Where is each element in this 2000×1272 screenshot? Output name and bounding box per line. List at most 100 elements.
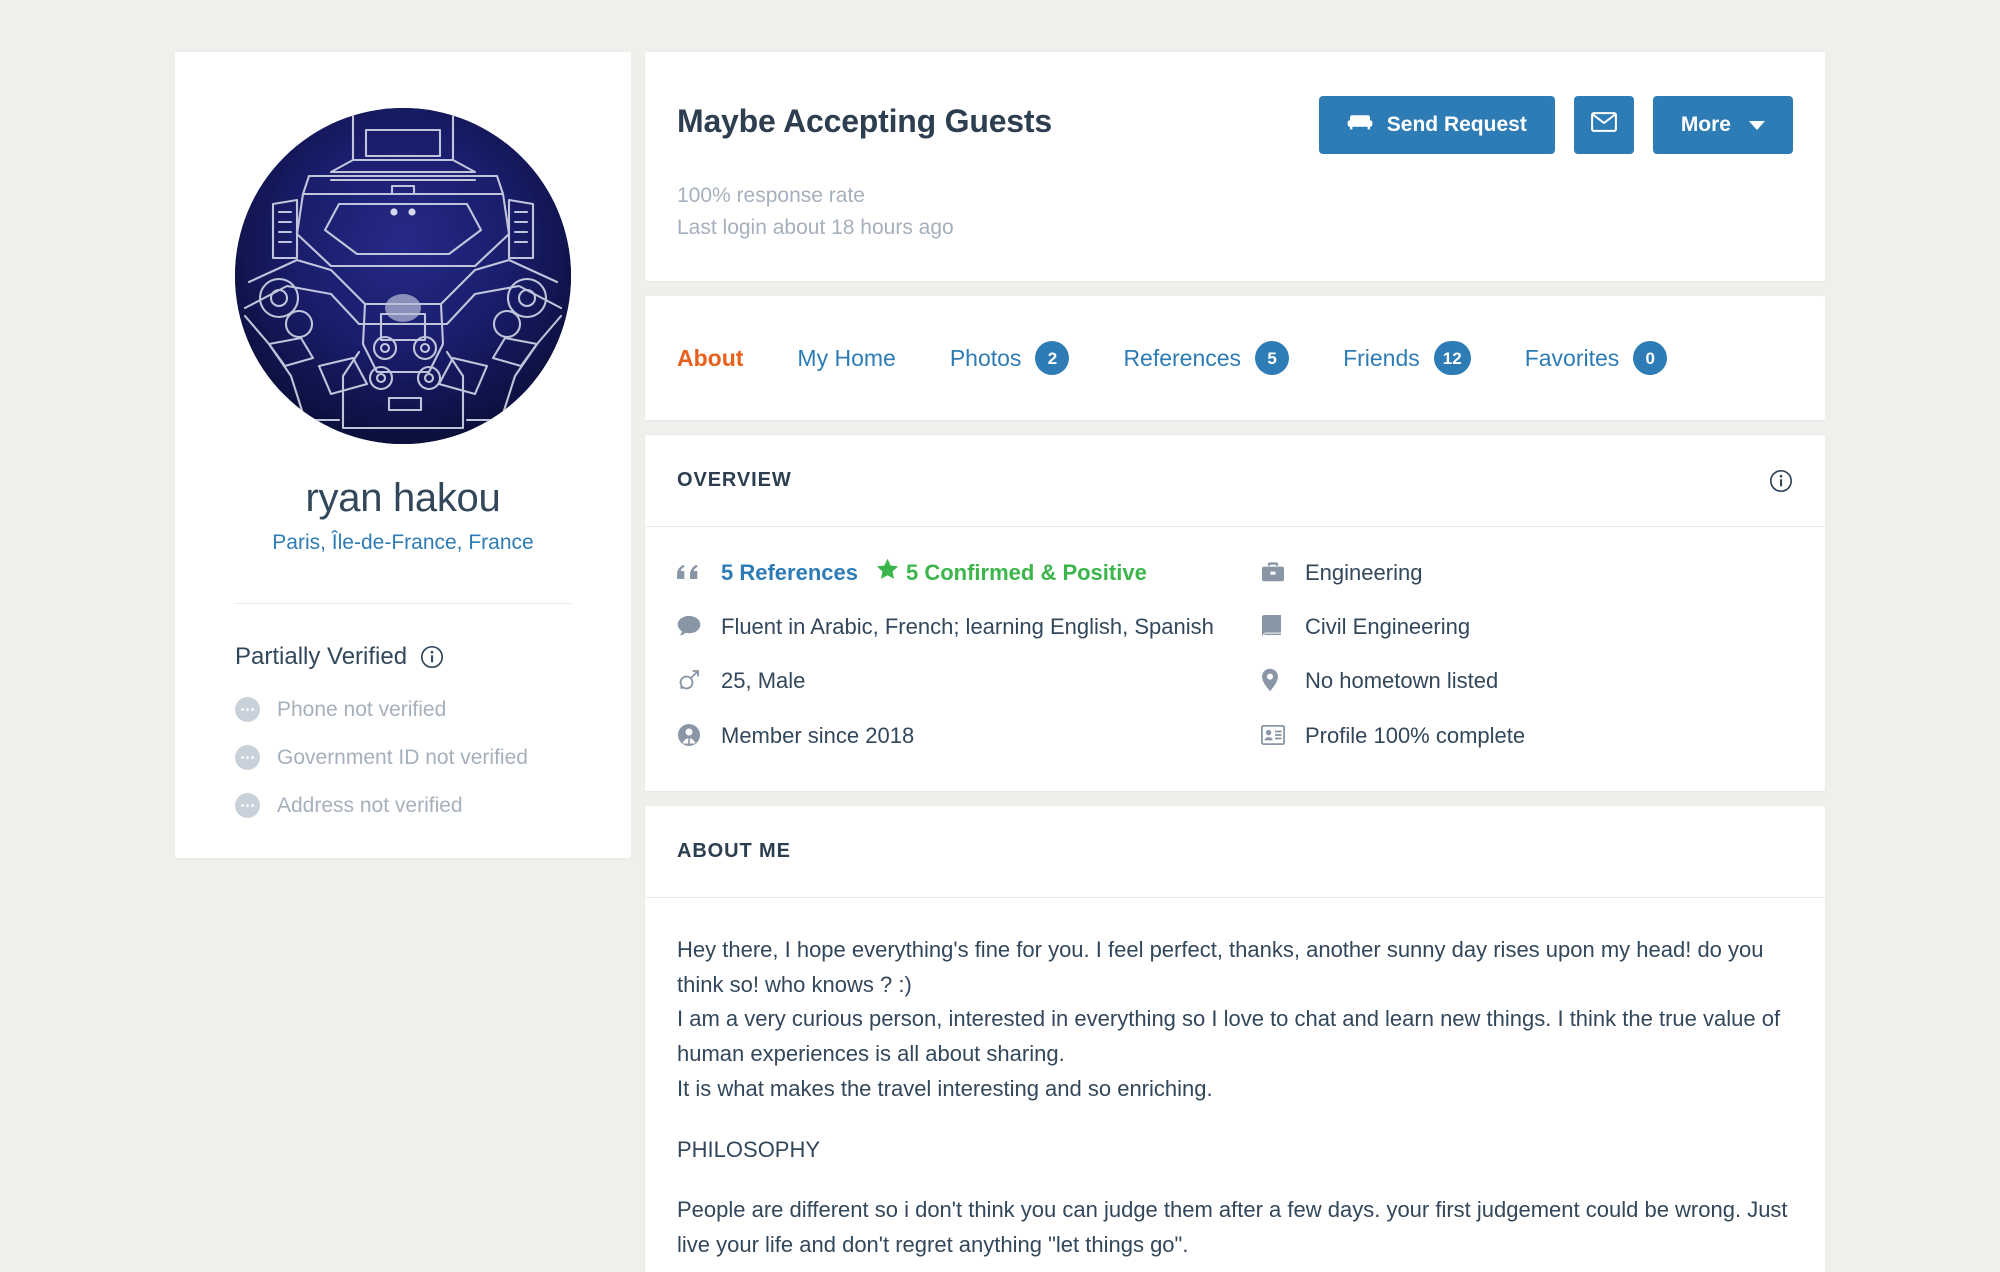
overview-occupation-row: Engineering (1261, 557, 1793, 588)
profile-location[interactable]: Paris, Île-de-France, France (235, 529, 571, 556)
status-badge: 12 (1433, 341, 1471, 375)
pending-dots-icon (235, 745, 260, 771)
tab-my-home[interactable]: My Home (797, 345, 895, 372)
page-title: Maybe Accepting Guests (677, 103, 1052, 139)
send-request-label: Send Request (1386, 113, 1527, 136)
overview-hometown-row: No hometown listed (1261, 665, 1793, 696)
couch-icon (1347, 112, 1373, 138)
header-actions: Send Request More (1318, 96, 1793, 154)
tab-references[interactable]: References 5 (1123, 341, 1290, 375)
overview-member-since-row: Member since 2018 (677, 720, 1235, 751)
verification-list: Phone not verified Government ID not ver… (235, 697, 571, 819)
about-me-card: ABOUT ME Hey there, I hope everything's … (645, 805, 1825, 1272)
header-row: Maybe Accepting Guests Send Request More (677, 96, 1793, 154)
avatar[interactable] (235, 108, 571, 444)
about-me-heading-philosophy: PHILOSOPHY (677, 1136, 821, 1162)
tab-favorites[interactable]: Favorites 0 (1525, 341, 1668, 375)
profile-card: ryan hakou Paris, Île-de-France, France … (175, 52, 631, 859)
references-summary: 5 References 5 Confirmed & Positive (721, 557, 1147, 588)
right-column: Maybe Accepting Guests Send Request More… (645, 52, 1825, 1272)
page-root: ryan hakou Paris, Île-de-France, France … (0, 0, 2000, 1272)
tab-label: Favorites (1524, 344, 1620, 371)
overview-left-column: 5 References 5 Confirmed & Positive Flue… (677, 557, 1235, 751)
more-button[interactable]: More (1652, 96, 1793, 154)
verification-status-label: Partially Verified (235, 643, 408, 671)
header-meta: 100% response rate Last login about 18 h… (677, 180, 1793, 243)
last-login: Last login about 18 hours ago (677, 215, 954, 239)
about-me-paragraph: I am a very curious person, interested i… (677, 1006, 1781, 1067)
tabs-card: About My Home Photos 2 References 5 Frie… (645, 296, 1825, 420)
quote-icon (677, 557, 705, 587)
list-item: Address not verified (235, 793, 571, 819)
envelope-icon (1590, 112, 1617, 138)
tab-label: My Home (797, 344, 896, 371)
overview-education-label: Civil Engineering (1305, 614, 1471, 640)
response-rate: 100% response rate (677, 184, 865, 207)
map-pin-icon (1261, 665, 1289, 695)
verification-item-label: Phone not verified (277, 697, 447, 721)
book-icon (1261, 611, 1289, 641)
about-me-paragraph: People are different so i don't think yo… (677, 1197, 1788, 1258)
speech-bubble-icon (677, 611, 705, 641)
overview-card: OVERVIEW 5 References 5 Confirmed & Posi… (645, 435, 1825, 791)
overview-hometown-label: No hometown listed (1305, 668, 1499, 694)
status-badge: 0 (1633, 341, 1668, 375)
about-me-body: Hey there, I hope everything's fine for … (645, 898, 1825, 1272)
tab-bar: About My Home Photos 2 References 5 Frie… (677, 296, 1793, 420)
references-count-link[interactable]: 5 References (721, 557, 858, 588)
verification-item-label: Government ID not verified (277, 745, 528, 769)
avatar-wrap (235, 108, 571, 444)
overview-completeness-label: Profile 100% complete (1305, 722, 1526, 748)
list-item: Government ID not verified (235, 745, 571, 771)
tab-label: About (677, 344, 744, 371)
info-icon[interactable] (420, 645, 444, 669)
chevron-down-icon (1749, 120, 1765, 130)
overview-occupation-label: Engineering (1305, 560, 1423, 585)
overview-languages-row: Fluent in Arabic, French; learning Engli… (677, 611, 1235, 642)
send-request-button[interactable]: Send Request (1318, 96, 1555, 154)
overview-languages-label: Fluent in Arabic, French; learning Engli… (721, 614, 1214, 640)
about-me-header: ABOUT ME (645, 806, 1825, 898)
overview-references-row: 5 References 5 Confirmed & Positive (677, 557, 1235, 588)
star-icon (876, 557, 899, 588)
overview-right-column: Engineering Civil Engineering No hometow… (1235, 557, 1793, 751)
id-card-icon (1261, 720, 1289, 750)
left-column: ryan hakou Paris, Île-de-France, France … (175, 52, 631, 859)
tab-label: References (1123, 344, 1242, 371)
overview-education-row: Civil Engineering (1261, 611, 1793, 642)
about-me-paragraph: Hey there, I hope everything's fine for … (677, 936, 1764, 997)
profile-divider (235, 603, 571, 605)
profile-header-card: Maybe Accepting Guests Send Request More… (645, 52, 1825, 281)
profile-name: ryan hakou (305, 476, 501, 520)
about-me-paragraph: It is what makes the travel interesting … (677, 1075, 1213, 1101)
page-layout: ryan hakou Paris, Île-de-France, France … (0, 52, 2000, 1272)
member-icon (677, 720, 705, 750)
pending-dots-icon (235, 697, 260, 723)
message-button[interactable] (1573, 96, 1634, 154)
status-badge: 5 (1255, 341, 1290, 375)
references-confirmed-label: 5 Confirmed & Positive (905, 560, 1147, 585)
pending-dots-icon (235, 793, 260, 819)
overview-header: OVERVIEW (645, 435, 1825, 527)
verification-status: Partially Verified (235, 643, 571, 671)
briefcase-icon (1261, 557, 1289, 587)
tab-about[interactable]: About (677, 345, 743, 372)
list-item: Phone not verified (235, 697, 571, 723)
tab-photos[interactable]: Photos 2 (950, 341, 1070, 375)
overview-completeness-row: Profile 100% complete (1261, 720, 1793, 751)
overview-body: 5 References 5 Confirmed & Positive Flue… (645, 527, 1825, 791)
status-badge: 2 (1035, 341, 1070, 375)
info-icon[interactable] (1769, 469, 1793, 493)
verification-item-label: Address not verified (277, 793, 463, 817)
tab-label: Friends (1343, 344, 1420, 371)
overview-member-since-label: Member since 2018 (721, 722, 915, 748)
more-label: More (1680, 113, 1731, 136)
gender-icon (677, 665, 705, 695)
tab-friends[interactable]: Friends 12 (1343, 341, 1471, 375)
tab-label: Photos (949, 344, 1022, 371)
overview-age-gender-row: 25, Male (677, 665, 1235, 696)
about-me-title: ABOUT ME (677, 839, 791, 862)
overview-age-gender-label: 25, Male (721, 668, 806, 694)
